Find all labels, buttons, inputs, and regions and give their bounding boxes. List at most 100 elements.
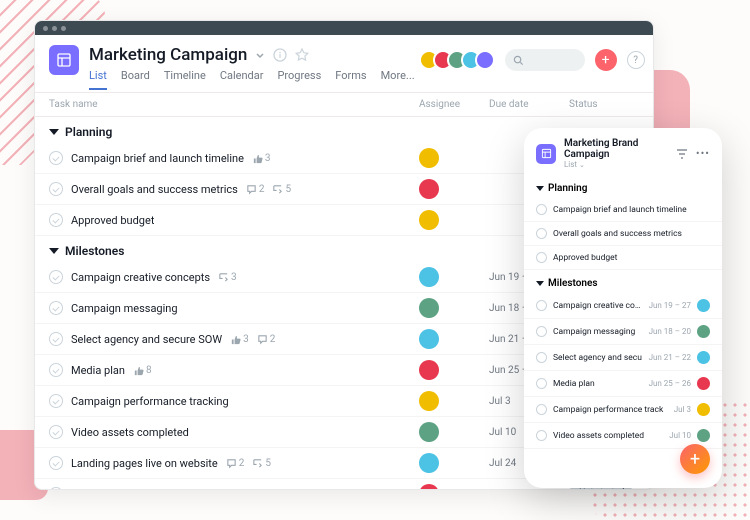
complete-checkbox[interactable] bbox=[536, 204, 547, 215]
assignee-avatar bbox=[697, 377, 710, 390]
due-date: Jun 18 – 20 bbox=[649, 327, 691, 336]
complete-checkbox[interactable] bbox=[49, 425, 63, 439]
assignee-avatar bbox=[697, 299, 710, 312]
task-name: Select agency and secu bbox=[553, 353, 643, 363]
mobile-task-row[interactable]: Campaign creative conc Jun 19 – 27 bbox=[524, 293, 722, 319]
assignee-avatar[interactable] bbox=[419, 422, 439, 442]
complete-checkbox[interactable] bbox=[49, 394, 63, 408]
task-name: Video assets completed bbox=[71, 426, 189, 439]
mobile-add-button[interactable]: + bbox=[680, 444, 710, 474]
assignee-avatar[interactable] bbox=[419, 484, 439, 490]
tab-list[interactable]: List bbox=[89, 69, 107, 90]
tab-timeline[interactable]: Timeline bbox=[164, 69, 206, 90]
mobile-task-row[interactable]: Approved budget bbox=[524, 246, 722, 270]
assignee-avatar bbox=[697, 403, 710, 416]
filter-icon[interactable] bbox=[676, 148, 688, 160]
info-icon[interactable] bbox=[273, 48, 287, 62]
assignee-avatar[interactable] bbox=[419, 298, 439, 318]
task-name: Campaign messaging bbox=[71, 302, 178, 315]
task-name: Campaign creative conc bbox=[553, 301, 643, 311]
mobile-section-planning[interactable]: Planning bbox=[524, 175, 722, 198]
complete-checkbox[interactable] bbox=[49, 487, 63, 490]
assignee-avatar bbox=[697, 351, 710, 364]
complete-checkbox[interactable] bbox=[49, 270, 63, 284]
column-headers: Task name Assignee Due date Status bbox=[35, 92, 653, 117]
assignee-avatar[interactable] bbox=[419, 267, 439, 287]
assignee-avatar[interactable] bbox=[419, 360, 439, 380]
search-input[interactable] bbox=[505, 49, 585, 71]
task-name: Campaign creative concepts bbox=[71, 271, 210, 284]
more-icon[interactable]: ••• bbox=[696, 147, 710, 160]
task-name: Media plan bbox=[553, 379, 643, 389]
assignee-avatar[interactable] bbox=[419, 453, 439, 473]
sub-icon: 3 bbox=[218, 272, 237, 283]
complete-checkbox[interactable] bbox=[49, 332, 63, 346]
assignee-avatar[interactable] bbox=[419, 329, 439, 349]
assignee-avatar[interactable] bbox=[419, 148, 439, 168]
task-name: Campaign performance track bbox=[553, 405, 668, 415]
chevron-down-icon bbox=[49, 129, 59, 135]
project-icon bbox=[49, 45, 79, 75]
complete-checkbox[interactable] bbox=[49, 151, 63, 165]
like-icon: 8 bbox=[133, 365, 152, 376]
task-name: Campaign performance tracking bbox=[71, 395, 229, 408]
mobile-task-row[interactable]: Overall goals and success metrics bbox=[524, 222, 722, 246]
mobile-view-label: List ⌄ bbox=[564, 160, 668, 169]
complete-checkbox[interactable] bbox=[536, 352, 547, 363]
assignee-avatar bbox=[697, 325, 710, 338]
complete-checkbox[interactable] bbox=[536, 378, 547, 389]
complete-checkbox[interactable] bbox=[49, 213, 63, 227]
complete-checkbox[interactable] bbox=[49, 363, 63, 377]
mobile-section-milestones[interactable]: Milestones bbox=[524, 270, 722, 293]
complete-checkbox[interactable] bbox=[536, 404, 547, 415]
complete-checkbox[interactable] bbox=[536, 228, 547, 239]
comment-icon: 2 bbox=[226, 458, 245, 469]
due-date: Jun 19 – 27 bbox=[649, 301, 691, 310]
section-label: Planning bbox=[65, 125, 112, 139]
assignee-avatar[interactable] bbox=[419, 179, 439, 199]
due-date: Jun 21 – 22 bbox=[649, 353, 691, 362]
tab-calendar[interactable]: Calendar bbox=[220, 69, 264, 90]
task-name: Overall goals and success metrics bbox=[71, 183, 238, 196]
chevron-down-icon bbox=[536, 186, 544, 191]
like-icon: 3 bbox=[252, 153, 271, 164]
complete-checkbox[interactable] bbox=[536, 430, 547, 441]
mobile-task-row[interactable]: Select agency and secu Jun 21 – 22 bbox=[524, 345, 722, 371]
assignee-avatar[interactable] bbox=[419, 391, 439, 411]
complete-checkbox[interactable] bbox=[49, 301, 63, 315]
mobile-task-row[interactable]: Campaign performance track Jul 3 bbox=[524, 397, 722, 423]
project-icon bbox=[536, 144, 556, 164]
due-date: Jun 25 – 26 bbox=[649, 379, 691, 388]
mobile-task-row[interactable]: Media plan Jun 25 – 26 bbox=[524, 371, 722, 397]
window-titlebar bbox=[35, 21, 653, 35]
complete-checkbox[interactable] bbox=[536, 300, 547, 311]
member-avatars[interactable] bbox=[425, 50, 495, 70]
like-icon: 3 bbox=[230, 334, 249, 345]
due-date: Jul 10 bbox=[669, 431, 691, 440]
tab-more[interactable]: More... bbox=[381, 69, 415, 90]
due-date: Jul 3 bbox=[674, 405, 691, 414]
col-status: Status bbox=[569, 99, 639, 110]
help-button[interactable]: ? bbox=[627, 51, 645, 69]
tab-progress[interactable]: Progress bbox=[277, 69, 321, 90]
star-icon[interactable] bbox=[295, 48, 309, 62]
avatar[interactable] bbox=[475, 50, 495, 70]
task-name: Campaign messaging bbox=[553, 327, 643, 337]
task-name: Media plan bbox=[71, 364, 125, 377]
mobile-preview: Marketing Brand Campaign List ⌄ ••• Plan… bbox=[524, 128, 722, 488]
tab-forms[interactable]: Forms bbox=[335, 69, 366, 90]
add-button[interactable]: + bbox=[595, 49, 617, 71]
like-icon: 8 bbox=[167, 489, 186, 491]
dropdown-icon[interactable] bbox=[255, 50, 265, 60]
assignee-avatar[interactable] bbox=[419, 210, 439, 230]
complete-checkbox[interactable] bbox=[49, 182, 63, 196]
complete-checkbox[interactable] bbox=[536, 252, 547, 263]
tab-board[interactable]: Board bbox=[121, 69, 150, 90]
comment-icon: 2 bbox=[246, 184, 265, 195]
task-name: Video assets completed bbox=[553, 431, 663, 441]
mobile-task-row[interactable]: Campaign messaging Jun 18 – 20 bbox=[524, 319, 722, 345]
mobile-task-row[interactable]: Campaign brief and launch timeline bbox=[524, 198, 722, 222]
complete-checkbox[interactable] bbox=[536, 326, 547, 337]
complete-checkbox[interactable] bbox=[49, 456, 63, 470]
task-name: Campaign brief and launch timeline bbox=[71, 152, 244, 165]
